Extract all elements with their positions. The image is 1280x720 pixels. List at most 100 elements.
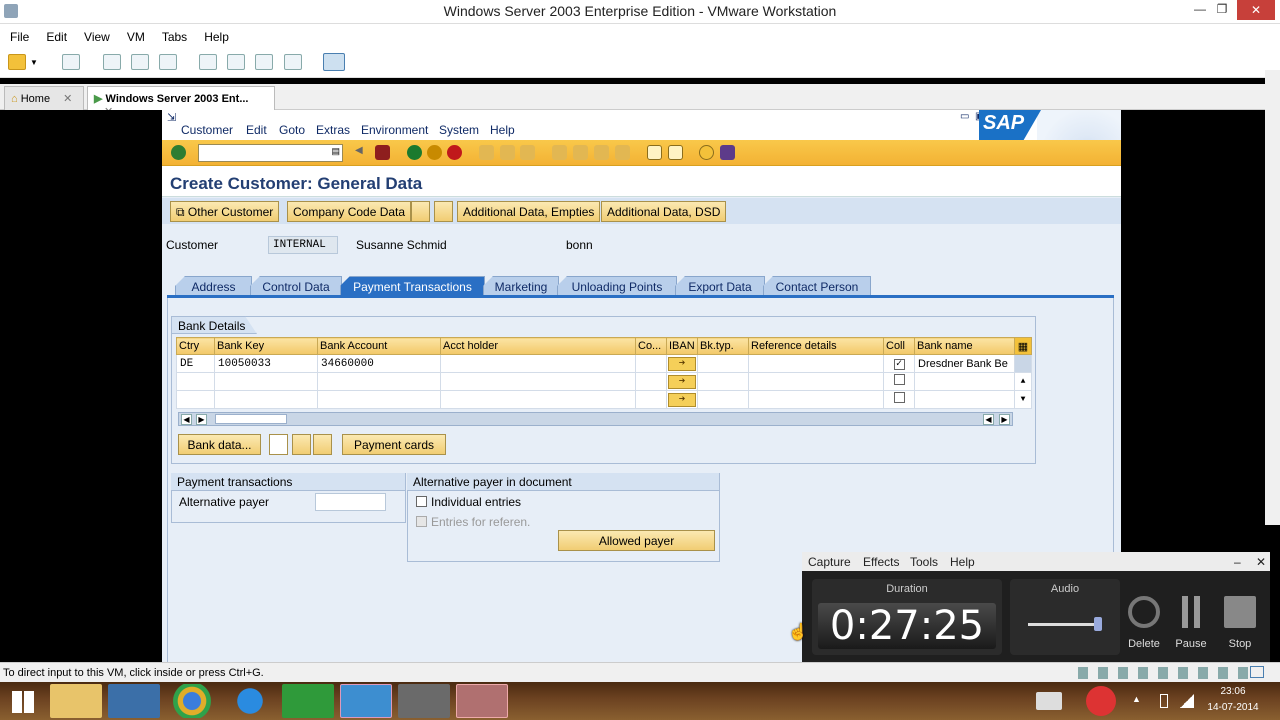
cell-acct-holder[interactable] bbox=[440, 372, 636, 391]
scroll-right-icon[interactable]: ▶ bbox=[196, 414, 207, 425]
chevron-down-icon[interactable]: ▤ bbox=[331, 146, 340, 157]
cancel-icon[interactable] bbox=[447, 145, 462, 160]
individual-entries-checkbox[interactable] bbox=[416, 496, 427, 507]
additional-data-dsd-button[interactable]: Additional Data, DSD bbox=[601, 201, 727, 222]
store-icon[interactable] bbox=[282, 684, 334, 718]
command-field[interactable]: ▤ bbox=[198, 144, 343, 162]
pause-icon[interactable] bbox=[1182, 596, 1188, 628]
alternative-payer-input[interactable] bbox=[315, 493, 386, 511]
print-table-icon[interactable] bbox=[292, 434, 311, 455]
scroll-down-icon[interactable]: ▼ bbox=[1014, 390, 1032, 409]
unity-icon[interactable] bbox=[284, 54, 302, 70]
sap-menu-extras[interactable]: Extras bbox=[316, 123, 350, 137]
delete-row-icon[interactable] bbox=[269, 434, 288, 455]
show-library-icon[interactable] bbox=[199, 54, 217, 70]
col-collection[interactable]: Coll bbox=[883, 337, 915, 355]
filter-icon[interactable] bbox=[313, 434, 332, 455]
tab-marketing[interactable]: Marketing bbox=[483, 276, 559, 296]
cell-bank-key[interactable] bbox=[214, 372, 318, 391]
sap-menu-help[interactable]: Help bbox=[490, 123, 515, 137]
stop-icon[interactable] bbox=[1224, 596, 1256, 628]
internet-explorer-icon[interactable] bbox=[224, 684, 276, 718]
help-icon[interactable] bbox=[699, 145, 714, 160]
close-icon[interactable]: ✕ bbox=[1256, 555, 1266, 569]
minimize-icon[interactable]: – bbox=[1234, 555, 1241, 569]
back-arrow-icon[interactable]: ◀ bbox=[355, 145, 370, 160]
sap-menu-system[interactable]: System bbox=[439, 123, 479, 137]
col-bank-type[interactable]: Bk.typ. bbox=[697, 337, 749, 355]
menu-help[interactable]: Help bbox=[194, 24, 236, 44]
snapshot-icon[interactable] bbox=[103, 54, 121, 70]
audio-slider-handle[interactable] bbox=[1094, 617, 1102, 631]
col-iban[interactable]: IBAN bbox=[666, 337, 698, 355]
tab-payment-transactions[interactable]: Payment Transactions bbox=[340, 276, 485, 296]
iban-arrow-button[interactable]: ➔ bbox=[668, 374, 696, 389]
cell-control-key[interactable] bbox=[635, 372, 667, 391]
cell-bank-name[interactable] bbox=[914, 372, 1015, 391]
cell-reference[interactable] bbox=[748, 372, 884, 391]
col-ctry[interactable]: Ctry bbox=[176, 337, 215, 355]
iban-arrow-button[interactable]: ➔ bbox=[668, 392, 696, 407]
chevron-down-icon[interactable]: ▼ bbox=[30, 58, 38, 67]
new-session-icon[interactable] bbox=[647, 145, 662, 160]
menu-tabs[interactable]: Tabs bbox=[152, 24, 194, 44]
scrollbar-thumb[interactable] bbox=[215, 414, 287, 424]
scroll-left-icon[interactable]: ◀ bbox=[181, 414, 192, 425]
recorder-taskbar-icon[interactable] bbox=[456, 684, 508, 718]
col-reference-details[interactable]: Reference details bbox=[748, 337, 884, 355]
exit-icon[interactable] bbox=[427, 145, 442, 160]
clock-time[interactable]: 23:06 bbox=[1202, 686, 1264, 697]
revert-snapshot-icon[interactable] bbox=[131, 54, 149, 70]
tab-contact-person[interactable]: Contact Person bbox=[763, 276, 871, 296]
company-code-data-button[interactable]: Company Code Data bbox=[287, 201, 412, 222]
cell-control-key[interactable] bbox=[635, 354, 667, 373]
file-explorer-icon[interactable] bbox=[50, 684, 102, 718]
cell-bank-name[interactable] bbox=[914, 390, 1015, 409]
menu-vm[interactable]: VM bbox=[117, 24, 152, 44]
cell-bank-type[interactable] bbox=[697, 354, 749, 373]
cell-bank-type[interactable] bbox=[697, 390, 749, 409]
tab-control-data[interactable]: Control Data bbox=[250, 276, 342, 296]
sales-area-icon[interactable] bbox=[434, 201, 453, 222]
delete-recording-icon[interactable] bbox=[1128, 596, 1160, 628]
restore-icon[interactable]: ❐ bbox=[1210, 2, 1234, 20]
tab-export-data[interactable]: Export Data bbox=[675, 276, 765, 296]
collection-checkbox[interactable] bbox=[893, 392, 905, 403]
other-customer-button[interactable]: ⧉ Other Customer bbox=[170, 201, 280, 222]
collection-checkbox[interactable] bbox=[893, 374, 905, 385]
next-page-icon[interactable] bbox=[594, 145, 609, 160]
message-log-icon[interactable] bbox=[1250, 666, 1264, 678]
table-settings-icon[interactable]: ▦ bbox=[1014, 337, 1032, 355]
stretch-guest-icon[interactable] bbox=[323, 53, 345, 71]
cell-bank-account[interactable] bbox=[317, 390, 441, 409]
windows-start-icon[interactable] bbox=[12, 691, 34, 713]
cell-reference[interactable] bbox=[748, 390, 884, 409]
sap-menu-environment[interactable]: Environment bbox=[361, 123, 428, 137]
close-tab-icon[interactable]: ✕ bbox=[63, 93, 72, 105]
payment-cards-button[interactable]: Payment cards bbox=[342, 434, 446, 455]
vmware-taskbar-icon[interactable] bbox=[398, 684, 450, 718]
cell-reference[interactable] bbox=[748, 354, 884, 373]
cell-bank-account[interactable] bbox=[317, 372, 441, 391]
show-hidden-icons-icon[interactable]: ▲ bbox=[1132, 694, 1141, 704]
scroll-up-icon[interactable]: ▲ bbox=[1014, 372, 1032, 391]
cell-ctry[interactable]: DE bbox=[176, 354, 215, 373]
clock-date[interactable]: 14-07-2014 bbox=[1202, 702, 1264, 713]
menu-view[interactable]: View bbox=[74, 24, 117, 44]
power-icon[interactable] bbox=[8, 54, 26, 70]
full-screen-icon[interactable] bbox=[255, 54, 273, 70]
network-icon[interactable] bbox=[1180, 694, 1194, 708]
previous-page-icon[interactable] bbox=[573, 145, 588, 160]
col-bank-key[interactable]: Bank Key bbox=[214, 337, 318, 355]
sap-menu-edit[interactable]: Edit bbox=[246, 123, 267, 137]
cell-control-key[interactable] bbox=[635, 390, 667, 409]
shortcut-icon[interactable] bbox=[668, 145, 683, 160]
entries-for-reference-checkbox[interactable] bbox=[416, 516, 427, 527]
menu-toggle-icon[interactable]: ⇲ bbox=[167, 111, 176, 124]
find-next-icon[interactable] bbox=[520, 145, 535, 160]
taskbar-app-icon[interactable] bbox=[340, 684, 392, 718]
save-icon[interactable] bbox=[375, 145, 390, 160]
recorder-menu-help[interactable]: Help bbox=[950, 555, 975, 569]
cell-acct-holder[interactable] bbox=[440, 390, 636, 409]
bank-data-button[interactable]: Bank data... bbox=[178, 434, 261, 455]
